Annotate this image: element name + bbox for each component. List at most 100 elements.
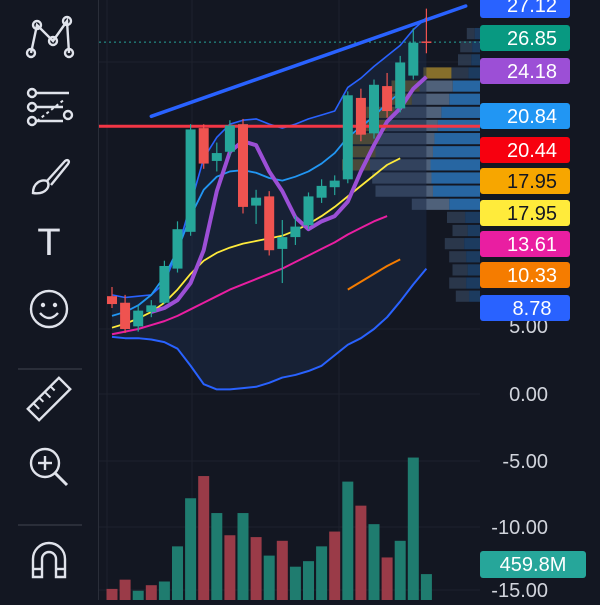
volume-bar xyxy=(420,574,432,600)
volume-profile-up-bar xyxy=(449,277,467,289)
price-label: 20.84 xyxy=(480,103,570,129)
candle-body xyxy=(421,41,432,43)
volume-bar xyxy=(224,535,236,600)
candle-body xyxy=(238,124,248,207)
volume-profile-down-bar xyxy=(430,159,480,171)
volume-bar xyxy=(407,457,419,600)
pattern-tool-icon[interactable] xyxy=(20,8,78,66)
price-axis-tick: -5.00 xyxy=(502,451,548,473)
volume-bar xyxy=(394,540,406,600)
candle-body xyxy=(408,42,419,76)
volume-profile-down-bar xyxy=(449,198,480,210)
volume-profile-down-bar xyxy=(468,67,480,79)
candle-body xyxy=(185,129,196,232)
volume-profile-down-bar xyxy=(432,146,480,158)
candle-body xyxy=(342,95,353,180)
volume-bar xyxy=(145,585,157,600)
volume-bar xyxy=(276,540,288,600)
candle-body xyxy=(107,296,117,305)
volume-profile-down-bar xyxy=(449,93,480,105)
volume-bar xyxy=(132,590,144,600)
volume-label: 459.8M xyxy=(480,551,586,578)
volume-profile-up-bar xyxy=(466,27,475,40)
volume-label-text: 459.8M xyxy=(500,554,567,576)
volume-profile-up-bar xyxy=(458,54,472,66)
text-tool-icon[interactable]: T xyxy=(20,212,78,270)
volume-bar xyxy=(342,481,354,600)
volume-profile-up-bar xyxy=(460,41,473,53)
volume-bar xyxy=(211,513,223,600)
price-label-text: 26.85 xyxy=(507,28,557,50)
volume-profile-down-bar xyxy=(464,238,480,250)
volume-bar xyxy=(198,476,210,600)
candle-body xyxy=(369,84,379,134)
candle-body xyxy=(277,237,288,249)
volume-profile-up-bar xyxy=(449,251,467,263)
toolbar-separator xyxy=(18,524,82,526)
brush-tool-icon[interactable] xyxy=(20,148,78,206)
emoji-tool-icon[interactable] xyxy=(20,280,78,338)
chart-svg[interactable]: 5.000.00-5.00-10.00-15.0027.1226.8524.18… xyxy=(99,0,600,602)
price-label-text: 20.84 xyxy=(507,106,557,128)
volume-profile-down-bar xyxy=(434,133,480,145)
magnet-tool-icon[interactable] xyxy=(20,530,78,588)
volume-profile-down-bar xyxy=(471,54,480,66)
candle-body xyxy=(382,86,393,112)
volume-bars xyxy=(106,457,432,600)
candle-body xyxy=(133,310,144,327)
price-label-text: 10.33 xyxy=(507,265,557,287)
price-label: 27.12 xyxy=(480,0,570,18)
price-axis-tick: -15.00 xyxy=(491,580,548,600)
volume-profile-up-bar xyxy=(452,224,468,237)
volume-profile-down-bar xyxy=(466,251,480,263)
volume-profile-down-bar xyxy=(472,41,480,53)
candle-body xyxy=(355,97,366,135)
zoom-in-tool-icon[interactable] xyxy=(20,438,78,496)
candle-body xyxy=(120,302,131,329)
price-label-text: 20.44 xyxy=(507,140,557,162)
volume-bar xyxy=(250,537,262,600)
chart-area[interactable]: 5.00 0.00 -5.00 -10.00 -15.00 27.12 26.85 24.18… xyxy=(99,0,600,602)
price-label: 13.61 xyxy=(480,231,570,257)
volume-bar xyxy=(237,513,249,600)
volume-bar xyxy=(381,557,393,600)
candle-body xyxy=(146,305,157,312)
candle-body xyxy=(395,62,406,109)
price-label: 10.33 xyxy=(480,262,570,288)
volume-bar xyxy=(303,561,314,600)
price-label-text: 27.12 xyxy=(507,0,557,17)
volume-profile-down-bar xyxy=(466,277,480,289)
candle-body xyxy=(251,197,262,206)
candle-body xyxy=(159,265,170,303)
volume-profile-up-bar xyxy=(447,211,466,223)
price-label-text: 13.61 xyxy=(507,234,557,256)
volume-bar xyxy=(355,505,367,600)
price-label: 26.85 xyxy=(480,25,570,51)
volume-profile-up-bar xyxy=(451,67,469,79)
volume-profile-up-bar xyxy=(455,290,470,302)
volume-profile-down-bar xyxy=(452,80,480,92)
price-label: 17.95 xyxy=(480,200,570,226)
ruler-tool-icon[interactable] xyxy=(20,370,78,428)
volume-bar xyxy=(185,498,197,600)
volume-profile-poc-bar xyxy=(423,67,452,79)
volume-bar xyxy=(329,531,341,600)
volume-profile-down-bar xyxy=(441,106,480,118)
candle-body xyxy=(211,153,222,161)
volume-bar xyxy=(263,555,275,600)
price-label-text: 24.18 xyxy=(507,61,557,83)
volume-profile-down-bar xyxy=(474,27,480,40)
drawing-toolbar: T xyxy=(0,0,99,600)
volume-bar xyxy=(316,546,328,600)
volume-profile-down-bar xyxy=(465,211,480,223)
price-label-text: 8.78 xyxy=(513,298,552,320)
price-label-text: 17.95 xyxy=(507,203,557,225)
volume-profile-up-bar xyxy=(444,238,465,250)
fib-tool-icon[interactable] xyxy=(20,78,78,136)
candle-body xyxy=(303,196,314,226)
price-label: 8.78 xyxy=(480,295,570,321)
volume-bar xyxy=(368,524,380,600)
candle-body xyxy=(290,226,301,238)
volume-bar xyxy=(289,566,301,600)
volume-bar xyxy=(106,588,118,600)
